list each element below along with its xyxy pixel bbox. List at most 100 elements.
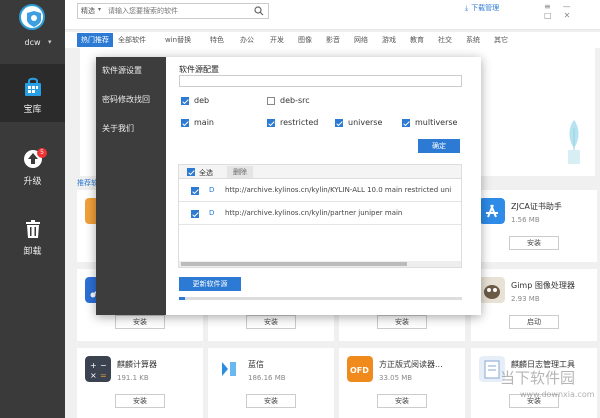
install-button[interactable]: 安装 [115, 394, 165, 408]
app-store-icon [479, 198, 505, 224]
universe-checkbox[interactable] [335, 119, 343, 127]
shopping-bag-icon [25, 77, 41, 96]
sidebar-item-store[interactable]: 宝库 [0, 64, 65, 122]
restricted-label: restricted [280, 118, 319, 127]
sidebar: dcw ▾ 宝库 升级 5 卸载 [0, 0, 65, 418]
maximize-icon[interactable]: □ [544, 11, 552, 20]
app-size: 2.93 MB [511, 295, 540, 303]
source-row-checkbox[interactable] [191, 187, 199, 195]
sidebar-item-label: 宝库 [23, 105, 42, 115]
category-tabs: 热门推荐 全部软件 win替换 特色 办公 开发 图像 影音 网络 游戏 教育 … [65, 32, 600, 48]
tab-win-replace[interactable]: win替换 [165, 35, 191, 45]
app-card[interactable]: Gimp 图像处理器 2.93 MB 启动 [471, 269, 597, 341]
delete-button[interactable]: 删除 [227, 166, 253, 178]
tab-featured[interactable]: 特色 [210, 35, 224, 45]
source-input[interactable] [179, 75, 462, 87]
svg-text:×: × [90, 371, 97, 380]
tab-games[interactable]: 游戏 [382, 35, 396, 45]
tab-dev[interactable]: 开发 [270, 35, 284, 45]
menu-icon[interactable]: ≡ [544, 2, 551, 11]
menu-item-password-recovery[interactable]: 密码修改找回 [102, 94, 150, 105]
username[interactable]: dcw [0, 38, 65, 47]
app-card[interactable]: + − × = 麒麟计算器 191.1 KB 安装 [77, 348, 203, 418]
update-sources-button[interactable]: 更新软件源 [179, 277, 241, 291]
source-row[interactable]: D http://archive.kylinos.cn/kylin/KYLIN-… [179, 180, 461, 202]
download-manager-link[interactable]: ⤓ 下载管理 [465, 3, 499, 13]
chevron-down-icon[interactable]: ▾ [98, 6, 101, 13]
sidebar-item-uninstall[interactable]: 卸载 [0, 206, 65, 264]
app-name: ZJCA证书助手 [511, 202, 562, 211]
install-button[interactable]: 安装 [246, 394, 296, 408]
topbar: 精选 ▾ ⤓下载管理 ≡ — □ ✕ [65, 0, 600, 30]
update-progress-bar [179, 297, 462, 300]
select-all-label: 全选 [199, 169, 213, 177]
svg-text:−: − [100, 361, 107, 370]
search-icon[interactable] [254, 6, 264, 16]
settings-dialog: 软件源设置 密码修改找回 关于我们 软件源配置 deb deb-src main… [96, 57, 481, 315]
horizontal-scrollbar[interactable] [179, 261, 461, 267]
update-count-badge: 5 [37, 148, 47, 158]
multiverse-label: multiverse [415, 118, 458, 127]
source-row[interactable]: D http://archive.kylinos.cn/kylin/partne… [179, 203, 461, 225]
source-row-checkbox[interactable] [191, 210, 199, 218]
search-scope-select[interactable]: 精选 [81, 6, 95, 16]
avatar-icon [27, 11, 41, 27]
app-card[interactable]: 蓝信 186.16 MB 安装 [208, 348, 334, 418]
minimize-icon[interactable]: — [563, 2, 571, 11]
close-icon[interactable]: ✕ [564, 11, 571, 20]
menu-item-about[interactable]: 关于我们 [102, 123, 134, 134]
watermark: 当下软件园 www.downxia.com [480, 355, 600, 418]
app-name: 蓝信 [248, 360, 264, 369]
watermark-url: www.downxia.com [520, 390, 595, 399]
chevron-down-icon[interactable]: ▾ [48, 38, 52, 46]
app-name: 方正版式阅读器... [379, 360, 443, 369]
tab-education[interactable]: 教育 [410, 35, 424, 45]
launch-button[interactable]: 启动 [509, 315, 559, 329]
sidebar-item-label: 卸载 [23, 247, 42, 257]
deb-src-label: deb-src [280, 96, 310, 105]
install-button[interactable]: 安装 [246, 315, 296, 329]
progress-fill [179, 297, 185, 300]
main-checkbox[interactable] [181, 119, 189, 127]
source-list: 全选 删除 D http://archive.kylinos.cn/kylin/… [178, 164, 462, 268]
install-button[interactable]: 安装 [509, 236, 559, 250]
search-input[interactable] [108, 5, 248, 17]
tab-office[interactable]: 办公 [240, 35, 254, 45]
ofd-reader-icon: OFD [347, 356, 373, 382]
install-button[interactable]: 安装 [377, 315, 427, 329]
section-title: 推荐软 [77, 179, 98, 187]
svg-text:=: = [100, 371, 107, 380]
multiverse-checkbox[interactable] [402, 119, 410, 127]
avatar[interactable] [19, 4, 45, 30]
tab-hot[interactable]: 热门推荐 [77, 33, 113, 47]
scrollbar-thumb[interactable] [181, 262, 407, 266]
svg-text:+: + [90, 361, 97, 370]
gimp-icon [479, 277, 505, 303]
lanxin-icon [216, 356, 242, 382]
window-controls: ≡ — □ ✕ [532, 2, 600, 20]
calculator-icon: + − × = [85, 356, 111, 382]
select-all-checkbox[interactable] [187, 168, 195, 176]
install-button[interactable]: 安装 [115, 315, 165, 329]
app-card[interactable]: OFD 方正版式阅读器... 33.05 MB 安装 [339, 348, 465, 418]
deb-src-checkbox[interactable] [267, 97, 275, 105]
universe-label: universe [348, 118, 383, 127]
menu-item-source-settings[interactable]: 软件源设置 [102, 65, 142, 76]
restricted-checkbox[interactable] [267, 119, 275, 127]
tab-network[interactable]: 网络 [354, 35, 368, 45]
tab-all[interactable]: 全部软件 [118, 35, 146, 45]
confirm-button[interactable]: 确定 [418, 139, 460, 153]
app-size: 191.1 KB [117, 374, 149, 382]
search-box: 精选 ▾ [77, 3, 269, 19]
sidebar-item-upgrade[interactable]: 升级 [0, 136, 65, 194]
install-button[interactable]: 安装 [377, 394, 427, 408]
app-card[interactable]: ZJCA证书助手 1.56 MB 安装 [471, 190, 597, 262]
tab-image[interactable]: 图像 [298, 35, 312, 45]
tab-system[interactable]: 系统 [466, 35, 480, 45]
deb-checkbox[interactable] [181, 97, 189, 105]
tab-social[interactable]: 社交 [438, 35, 452, 45]
tab-other[interactable]: 其它 [494, 35, 508, 45]
trash-icon [26, 220, 40, 238]
tab-media[interactable]: 影音 [326, 35, 340, 45]
source-url: http://archive.kylinos.cn/kylin/partner … [225, 209, 403, 217]
